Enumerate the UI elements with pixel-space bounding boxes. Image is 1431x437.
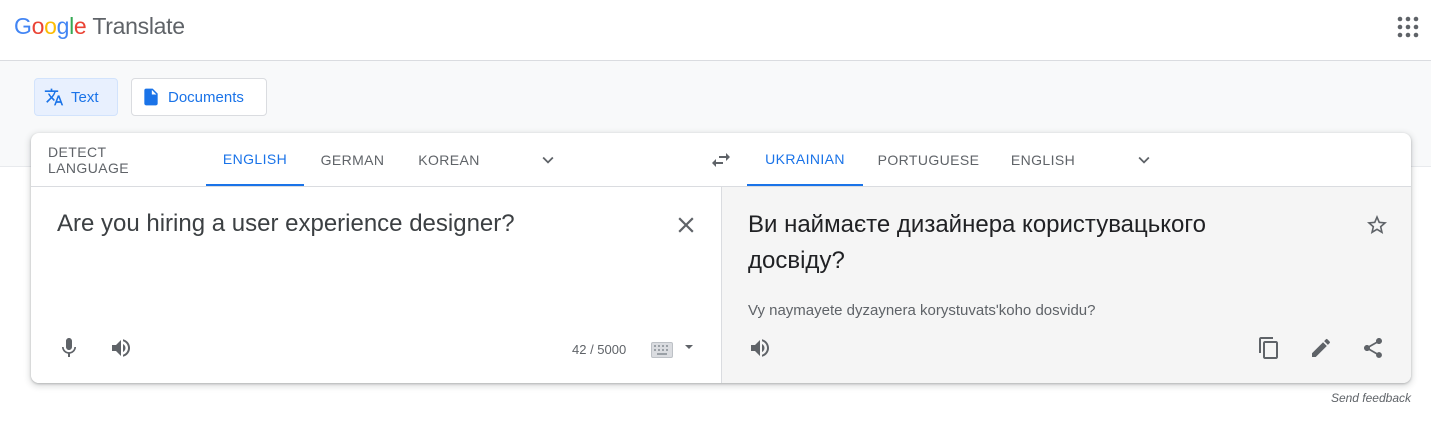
documents-mode-button[interactable]: Documents [131,78,267,116]
tab-ukrainian[interactable]: UKRAINIAN [747,133,863,186]
tab-portuguese[interactable]: PORTUGUESE [863,133,994,186]
tab-detect-language[interactable]: DETECT LANGUAGE [31,133,206,186]
grid-apps-icon[interactable] [1397,16,1419,38]
translation-card: DETECT LANGUAGE ENGLISH GERMAN KOREAN UK… [31,133,1411,383]
target-speaker-icon[interactable] [748,336,772,360]
translate-icon [44,88,64,106]
clear-source-close-icon[interactable] [673,212,699,238]
save-translation-star-icon[interactable] [1365,213,1389,237]
copy-translation-icon[interactable] [1257,336,1281,360]
swap-languages-icon[interactable] [709,148,733,172]
tab-source-english[interactable]: ENGLISH [206,133,304,186]
document-icon [144,88,158,106]
app-header: Google Translate [0,0,1431,61]
tab-target-english[interactable]: ENGLISH [994,133,1092,186]
target-panel: Ви наймаєте дизайнера користувацького до… [721,187,1411,383]
send-feedback-link[interactable]: Send feedback [1331,391,1411,405]
source-panel: Are you hiring a user experience designe… [31,187,721,383]
tab-german[interactable]: GERMAN [304,133,401,186]
tab-korean[interactable]: KOREAN [401,133,497,186]
logo-letter-e: e [73,13,87,39]
keyboard-icon[interactable] [651,342,673,358]
share-translation-icon[interactable] [1361,336,1385,360]
character-count: 42 / 5000 [572,342,627,357]
text-mode-label: Text [71,88,99,106]
source-text-input[interactable]: Are you hiring a user experience designe… [57,207,515,241]
logo-letter-o2: o [44,13,57,39]
logo-letter-g: G [14,13,32,39]
product-name: Translate [92,13,185,39]
text-mode-button[interactable]: Text [34,78,118,116]
edit-translation-pencil-icon[interactable] [1309,336,1333,360]
logo-letter-g2: g [56,13,70,39]
google-translate-logo[interactable]: Google Translate [14,12,185,40]
source-more-languages-chevron-icon[interactable] [537,149,559,171]
documents-mode-label: Documents [168,88,244,106]
source-speaker-icon[interactable] [109,336,133,360]
translation-output: Ви наймаєте дизайнера користувацького до… [748,211,1206,274]
language-bar: DETECT LANGUAGE ENGLISH GERMAN KOREAN UK… [31,133,1411,187]
target-more-languages-chevron-icon[interactable] [1133,149,1155,171]
keyboard-dropdown-caret-icon[interactable] [683,341,695,353]
transliteration-text: Vy naymayete dyzaynera korystuvatsʹkoho … [748,302,1096,319]
microphone-icon[interactable] [57,336,81,360]
logo-letter-o1: o [31,13,45,39]
